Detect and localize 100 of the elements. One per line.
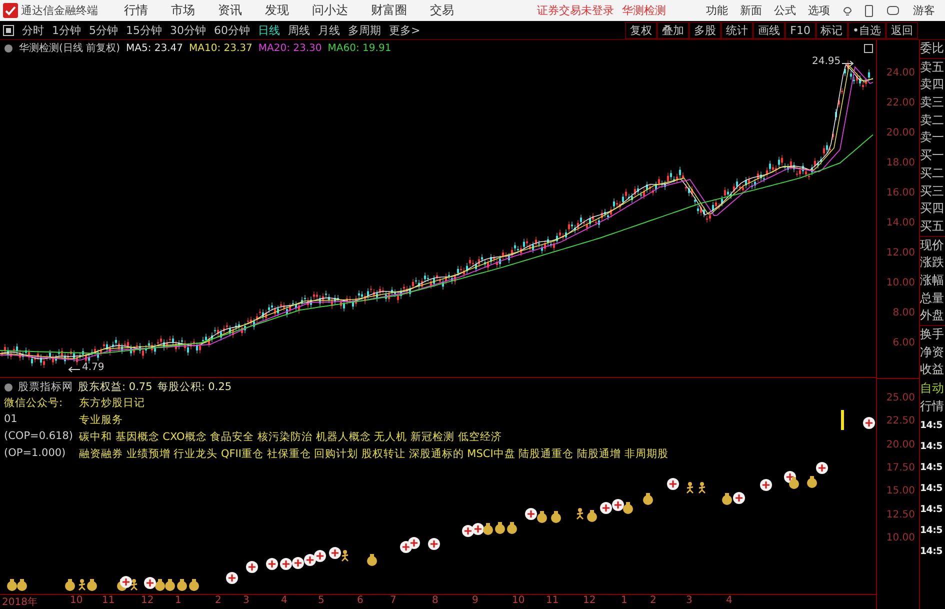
price-axis-label: 6.00 [892, 338, 915, 348]
phone-icon[interactable] [865, 4, 873, 16]
indicator-axis-label: 10.00 [886, 532, 915, 544]
stock-name: 华测检测 [622, 3, 666, 18]
x-axis-label: 8 [432, 595, 438, 606]
price-axis-label: 16.00 [886, 188, 915, 198]
indicator-axis-label: 17.50 [886, 462, 915, 474]
period-tab[interactable]: 1分钟 [52, 22, 81, 38]
x-axis-label: 1 [175, 595, 182, 606]
x-axis-label: 11 [546, 595, 559, 606]
trade-time: 14:5 [920, 440, 944, 454]
login-status[interactable]: 证券交易未登录 [537, 3, 614, 18]
quote-label: 卖三 [920, 94, 945, 112]
toolbar-button[interactable]: •自选 [848, 22, 886, 38]
top-action[interactable]: 功能 [706, 3, 728, 18]
quote-label: 买一 [920, 147, 945, 164]
x-axis-label: 12 [583, 595, 596, 606]
moving-average-value: MA60: 19.91 [328, 42, 392, 54]
panel-toggle-icon[interactable] [864, 44, 873, 53]
app-title: 通达信金融终端 [21, 3, 98, 18]
period-tab[interactable]: 30分钟 [170, 22, 206, 38]
period-tab[interactable]: 15分钟 [126, 22, 162, 38]
app-logo-icon [3, 3, 18, 18]
indicator-field: 每股公积: 0.25 [157, 380, 232, 394]
toolbar-button[interactable]: 叠加 [657, 22, 690, 38]
quote-label: 卖二 [920, 112, 945, 129]
trade-time: 14:5 [920, 545, 944, 560]
quote-label: 涨跌 [920, 254, 945, 272]
quote-label: 委比 [920, 40, 945, 59]
quote-label: 收益 [920, 361, 945, 378]
indicator-line-text: 融资融券 业绩预增 行业龙头 QFII重仓 社保重仓 回购计划 股权转让 深股通标的 MSCI中盘 陆股通重仓 陆股通增 非周期股 [78, 447, 668, 461]
arrow-icon [68, 366, 80, 373]
top-action[interactable]: 公式 [774, 3, 796, 18]
period-tab[interactable]: 日线 [258, 22, 280, 38]
x-axis-label: 10 [512, 595, 525, 606]
toolbar-button[interactable]: 标记 [816, 22, 848, 38]
top-action[interactable]: 选项 [808, 3, 830, 18]
toolbar-button[interactable]: 多股 [689, 22, 722, 38]
period-tab[interactable]: 月线 [318, 22, 340, 38]
x-axis-label: 1 [621, 595, 628, 606]
quote-label: 买四 [920, 200, 945, 218]
x-axis-label: 3 [243, 595, 250, 606]
period-tab[interactable]: 更多> [389, 22, 420, 38]
menu-item[interactable]: 行情 [124, 2, 148, 19]
indicator-field: 股东权益: 0.75 [78, 380, 152, 394]
quote-label: 买三 [920, 182, 945, 200]
x-axis-label: 7 [390, 595, 396, 606]
moving-average-value: MA5: 23.47 [126, 42, 184, 54]
menu-item[interactable]: 问小达 [312, 2, 348, 19]
trade-time: 14:5 [920, 524, 944, 538]
moving-average-value: MA10: 23.37 [189, 42, 252, 54]
window-icon[interactable] [3, 24, 14, 36]
quote-label: 买二 [920, 164, 945, 182]
quote-label: 卖一 [920, 129, 945, 146]
quote-label: 总量 [920, 290, 945, 307]
x-axis-label: 9 [472, 595, 478, 606]
x-axis-label: 12 [141, 595, 154, 606]
toolbar-button[interactable]: 画线 [753, 22, 786, 38]
period-tab[interactable]: 分时 [22, 22, 44, 38]
menu-item[interactable]: 发现 [265, 2, 289, 19]
lightbulb-icon[interactable] [842, 4, 853, 16]
x-axis-label: 3 [686, 595, 692, 606]
indicator-axis-label: 25.00 [886, 392, 915, 404]
toolbar-button[interactable]: F10 [785, 22, 816, 38]
period-tab[interactable]: 60分钟 [214, 22, 250, 38]
x-axis-label: 10 [70, 595, 83, 606]
top-action[interactable]: 新面 [740, 3, 762, 18]
message-icon[interactable] [887, 6, 899, 16]
price-axis-label: 20.00 [886, 128, 915, 138]
period-tab[interactable]: 5分钟 [89, 22, 118, 38]
circle-icon[interactable] [4, 44, 13, 52]
quote-label: 换手 [920, 326, 945, 343]
period-tab[interactable]: 周线 [288, 22, 310, 38]
indicator-line-key: (OP=1.000) [4, 447, 73, 461]
indicator-axis-label: 20.00 [886, 439, 915, 450]
indicator-axis-label: 22.50 [886, 416, 915, 427]
x-axis-label: 6 [357, 595, 364, 606]
period-tab[interactable]: 多周期 [348, 22, 381, 38]
x-axis-label: 4 [281, 595, 288, 606]
price-axis-label: 10.00 [886, 278, 915, 288]
toolbar-button[interactable]: 复权 [625, 22, 658, 38]
menu-item[interactable]: 交易 [430, 2, 454, 19]
indicator-line-key: 01 [4, 413, 73, 427]
quote-label: 净资 [920, 344, 945, 361]
price-axis-label: 12.00 [886, 248, 915, 258]
guest-user[interactable]: 游客 [913, 3, 935, 18]
quote-label: 外盘 [920, 307, 945, 326]
menu-item[interactable]: 市场 [171, 2, 195, 19]
price-axis-label: 18.00 [886, 158, 915, 168]
menu-item[interactable]: 资讯 [218, 2, 242, 19]
trade-time: 14:5 [920, 503, 944, 518]
auto-quote-label: 自动 [920, 380, 945, 398]
indicator-line-text: 东方炒股日记 [78, 396, 146, 410]
menu-item[interactable]: 财富圈 [371, 2, 407, 19]
x-axis-label: 2 [215, 595, 222, 606]
toolbar-button[interactable]: 统计 [721, 22, 754, 38]
toolbar-button[interactable]: 返回 [886, 22, 918, 38]
quote-label: 买五 [920, 218, 945, 237]
circle-icon[interactable] [4, 382, 13, 392]
x-axis-label: 11 [102, 595, 115, 606]
